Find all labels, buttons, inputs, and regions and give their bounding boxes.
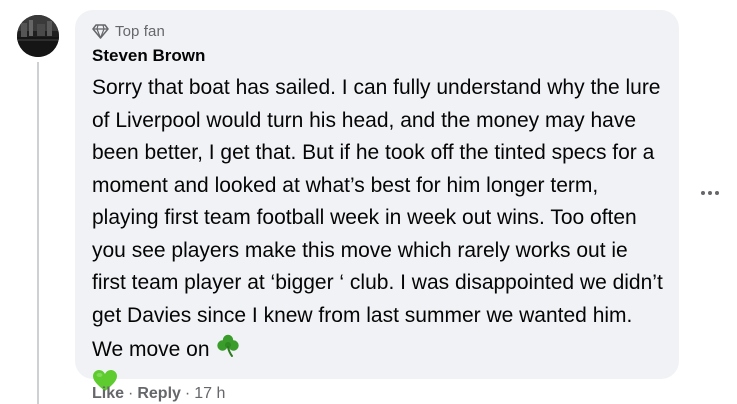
more-options-button[interactable] bbox=[697, 180, 723, 206]
like-button[interactable]: Like bbox=[92, 384, 124, 404]
diamond-icon bbox=[92, 23, 109, 39]
more-dot bbox=[701, 191, 705, 195]
comment-bubble: Top fan Steven Brown Sorry that boat has… bbox=[75, 10, 679, 391]
thread-line bbox=[37, 62, 39, 404]
more-dot bbox=[708, 191, 712, 195]
separator: · bbox=[184, 385, 191, 402]
comment-body: Sorry that boat has sailed. I can fully … bbox=[92, 76, 663, 361]
badge-label: Top fan bbox=[115, 22, 165, 40]
top-fan-badge: Top fan bbox=[92, 21, 663, 41]
comment-actions: Like · Reply · 17 h bbox=[92, 384, 225, 404]
more-dot bbox=[715, 191, 719, 195]
separator: · bbox=[128, 385, 134, 402]
reply-button[interactable]: Reply bbox=[137, 384, 181, 404]
timestamp[interactable]: 17 h bbox=[194, 384, 225, 404]
shamrock-emoji bbox=[215, 332, 241, 369]
avatar[interactable] bbox=[17, 15, 59, 57]
comment-text: Sorry that boat has sailed. I can fully … bbox=[92, 72, 664, 403]
author-name[interactable]: Steven Brown bbox=[92, 46, 663, 66]
